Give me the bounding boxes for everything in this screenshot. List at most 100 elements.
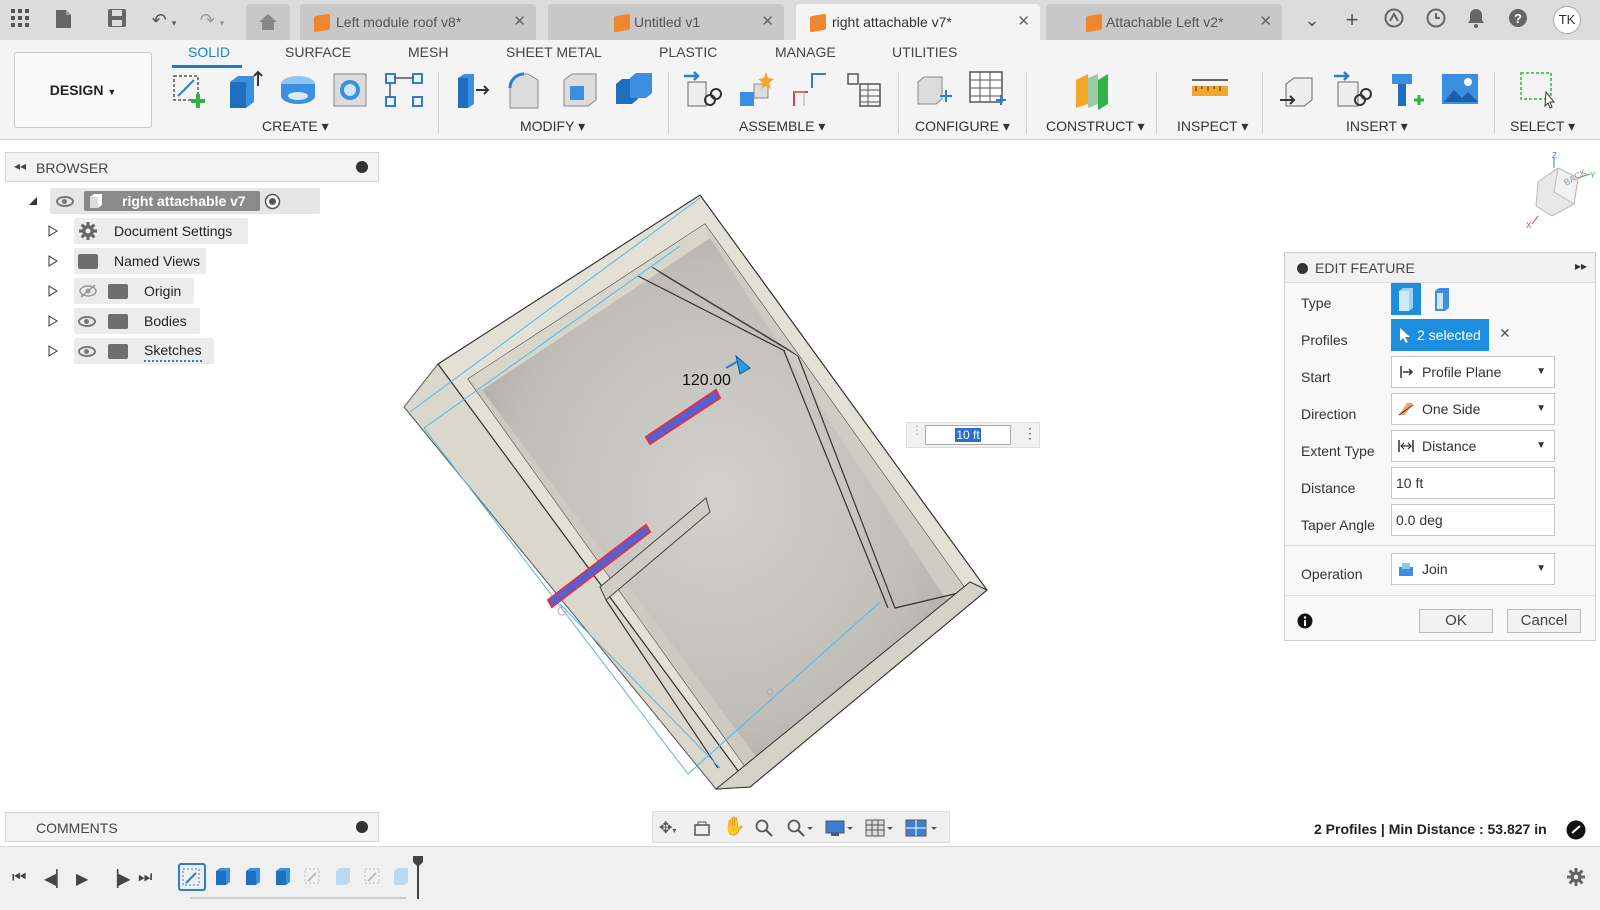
timeline-marker[interactable] [412,855,424,899]
collapsed-caret-icon[interactable] [48,345,58,357]
look-at-icon[interactable] [693,819,711,840]
modify-group-label[interactable]: MODIFY ▾ [520,118,585,135]
tab-mesh[interactable]: MESH [408,44,448,60]
offset-plane-icon[interactable] [1072,70,1112,110]
clear-selection-icon[interactable]: ✕ [1499,325,1511,342]
cancel-button[interactable]: Cancel [1507,609,1581,633]
as-built-joint-icon[interactable] [790,70,830,110]
close-tab-icon[interactable]: ✕ [1017,4,1030,40]
go-to-start-icon[interactable]: ⏮ [12,869,26,887]
timeline-suppressed-sketch-icon[interactable] [362,865,384,887]
joint-icon[interactable] [736,70,776,110]
tree-item-sketches[interactable]: Sketches [48,338,228,364]
collapsed-caret-icon[interactable] [48,285,58,297]
new-component-icon[interactable] [682,70,722,110]
insert-derive-icon[interactable] [1278,70,1318,110]
expanded-caret-icon[interactable] [28,196,38,206]
new-tab-icon[interactable]: + [1340,8,1364,32]
edit-feature-header[interactable]: EDIT FEATURE ▸▸ [1285,253,1595,283]
taper-angle-input[interactable]: 0.0 deg [1391,504,1555,536]
visibility-eye-icon[interactable] [78,346,96,357]
go-to-end-icon[interactable]: ⏭ [138,869,152,887]
tab-plastic[interactable]: PLASTIC [659,44,717,60]
close-tab-icon[interactable]: ✕ [761,4,774,40]
tab-surface[interactable]: SURFACE [285,44,351,60]
timeline-sketch-feature[interactable] [178,863,206,891]
ok-button[interactable]: OK [1419,609,1493,633]
select-window-icon[interactable] [1518,70,1558,110]
insert-component-icon[interactable] [1332,70,1372,110]
collapsed-caret-icon[interactable] [48,225,58,237]
tree-item-bodies[interactable]: Bodies [48,308,218,334]
zoom-icon[interactable] [755,819,773,840]
tab-utilities[interactable]: UTILITIES [892,44,957,60]
create-sketch-icon[interactable] [170,70,210,110]
extrude-icon[interactable] [224,70,264,110]
display-settings-icon[interactable] [825,819,855,840]
pattern-icon[interactable] [384,70,424,110]
step-forward-icon[interactable]: ▕▶ [106,869,131,889]
undo-icon[interactable]: ↶ ▾ [146,8,182,32]
doc-tab-0[interactable]: Left module roof v8* ✕ [300,4,536,40]
distance-heads-up-input[interactable]: 10 ft [925,425,1011,445]
collapse-browser-icon[interactable]: ◂◂ [14,159,26,173]
activate-radio-icon[interactable] [264,193,281,210]
tree-item-document-settings[interactable]: Document Settings [48,218,248,244]
home-tab[interactable] [246,4,290,40]
configure-icon[interactable] [914,70,954,110]
drive-joints-icon[interactable] [844,70,884,110]
doc-tab-2[interactable]: right attachable v7* ✕ [796,4,1040,40]
orbit-icon[interactable]: ✥▾ [659,818,676,838]
browser-pin-icon[interactable] [356,161,368,173]
tab-manage[interactable]: MANAGE [775,44,836,60]
viewports-icon[interactable] [905,819,941,840]
view-cube[interactable]: BACK Z Y X [1516,151,1596,232]
distance-input[interactable]: 10 ft [1391,467,1555,499]
timeline-extrude-feature-icon[interactable] [272,865,294,887]
comments-pin-icon[interactable] [356,821,368,833]
direction-select[interactable]: One Side ▼ [1391,393,1555,425]
combine-icon[interactable] [614,70,654,110]
inspect-group-label[interactable]: INSPECT ▾ [1177,118,1248,135]
press-pull-icon[interactable] [452,70,492,110]
hole-icon[interactable] [330,70,370,110]
zoom-window-icon[interactable] [787,819,813,840]
tab-overflow-icon[interactable]: ⌄ [1300,8,1324,32]
job-status-icon[interactable] [1424,8,1448,32]
tree-item-named-views[interactable]: Named Views [48,248,218,274]
tree-root[interactable]: right attachable v7 [28,188,320,214]
comments-panel-header[interactable]: COMMENTS [5,812,379,842]
pan-hand-icon[interactable]: ✋ [723,816,745,837]
step-back-icon[interactable]: ◀▏ [44,869,69,889]
timeline-settings-gear-icon[interactable] [1566,867,1586,887]
user-avatar[interactable]: TK [1553,6,1581,34]
apps-grid-icon[interactable] [8,8,32,32]
timeline-extrude-feature-icon[interactable] [212,865,234,887]
measure-icon[interactable] [1190,70,1230,110]
timeline-suppressed-sketch-icon[interactable] [302,865,324,887]
visibility-eye-icon[interactable] [56,196,74,207]
doc-tab-1[interactable]: Untitled v1 ✕ [548,4,784,40]
extensions-icon[interactable] [1382,8,1406,32]
insert-group-label[interactable]: INSERT ▾ [1346,118,1408,135]
tree-item-origin[interactable]: Origin [48,278,218,304]
timeline-suppressed-extrude-icon[interactable] [390,865,412,887]
model-body[interactable] [403,194,988,790]
construct-group-label[interactable]: CONSTRUCT ▾ [1046,118,1145,135]
visibility-eye-icon[interactable] [78,316,96,327]
close-tab-icon[interactable]: ✕ [1259,4,1272,40]
tab-sheet-metal[interactable]: SHEET METAL [506,44,602,60]
file-menu-icon[interactable] [52,8,76,32]
timeline-suppressed-extrude-icon[interactable] [332,865,354,887]
configuration-table-icon[interactable] [968,70,1008,110]
operation-select[interactable]: Join ▼ [1391,553,1555,585]
collapsed-caret-icon[interactable] [48,255,58,267]
play-icon[interactable]: ▶ [76,869,88,889]
shell-icon[interactable] [560,70,600,110]
insert-mcmaster-icon[interactable] [1386,70,1426,110]
browser-panel-header[interactable]: ◂◂ BROWSER [5,152,379,182]
feedback-icon[interactable] [1566,820,1586,840]
start-select[interactable]: Profile Plane ▼ [1391,356,1555,388]
grid-settings-icon[interactable] [865,819,895,840]
more-options-icon[interactable]: ⋮ [1023,425,1037,442]
